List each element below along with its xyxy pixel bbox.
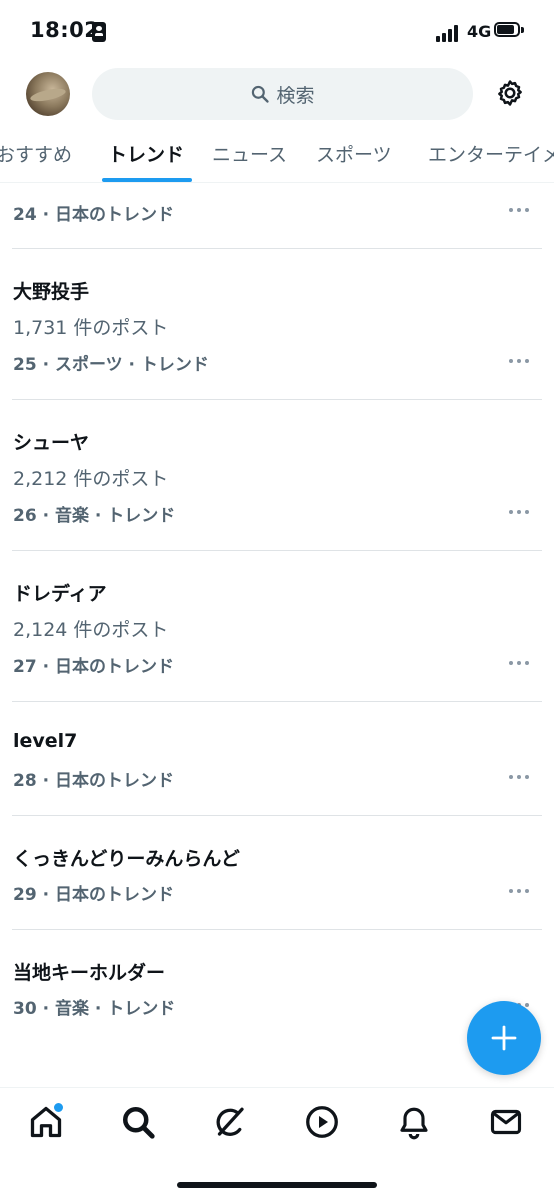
battery-icon (494, 22, 525, 40)
more-icon[interactable] (509, 508, 533, 516)
trend-meta: 29 · 日本のトレンド (13, 885, 174, 905)
bell-icon[interactable] (396, 1104, 432, 1140)
divider (12, 815, 542, 816)
tab-sports[interactable]: スポーツ (316, 140, 392, 167)
trend-meta: 27 · 日本のトレンド (13, 657, 174, 677)
trend-post-count: 2,212 件のポスト (13, 468, 169, 490)
more-icon[interactable] (509, 773, 533, 781)
status-bar: 18:02 4G (0, 0, 554, 62)
trend-post-count: 2,124 件のポスト (13, 619, 169, 641)
more-icon[interactable] (509, 206, 533, 214)
divider (12, 550, 542, 551)
more-icon[interactable] (509, 887, 533, 895)
trend-title: 当地キーホルダー (13, 962, 166, 984)
divider (12, 701, 542, 702)
trend-meta: 30 · 音楽 · トレンド (13, 999, 176, 1019)
signal-icon (436, 24, 462, 42)
trend-title: 大野投手 (13, 281, 90, 303)
bottom-nav (0, 1087, 554, 1200)
divider (12, 929, 542, 930)
search-placeholder: 検索 (276, 84, 315, 107)
more-icon[interactable] (509, 659, 533, 667)
tab-indicator (102, 178, 192, 182)
search-icon (252, 85, 270, 103)
network-label: 4G (467, 22, 492, 41)
tab-trending[interactable]: トレンド (108, 140, 184, 167)
trend-meta: 28 · 日本のトレンド (13, 771, 174, 791)
home-indicator (177, 1182, 377, 1188)
trend-post-count: 1,731 件のポスト (13, 317, 169, 339)
divider (12, 248, 542, 249)
plus-icon (491, 1025, 517, 1051)
search-icon[interactable] (120, 1104, 156, 1140)
divider (12, 399, 542, 400)
focus-person-icon (92, 22, 106, 42)
trend-title: ドレディア (13, 583, 107, 605)
trend-title: level7 (13, 730, 78, 752)
mail-icon[interactable] (488, 1104, 524, 1140)
trend-meta: 26 · 音楽 · トレンド (13, 506, 176, 526)
trend-title: シューヤ (13, 432, 90, 454)
tab-entertainment[interactable]: エンターテイメント (428, 140, 554, 167)
grok-icon[interactable] (212, 1104, 248, 1140)
tab-recommended[interactable]: おすすめ (0, 140, 72, 167)
notification-dot (52, 1101, 65, 1114)
compose-button[interactable] (467, 1001, 541, 1075)
search-input[interactable]: 検索 (92, 68, 473, 120)
gear-icon[interactable] (495, 78, 525, 108)
trend-meta: 24 · 日本のトレンド (13, 205, 174, 225)
trend-meta: 25 · スポーツ · トレンド (13, 355, 209, 375)
avatar[interactable] (26, 72, 70, 116)
more-icon[interactable] (509, 357, 533, 365)
tab-news[interactable]: ニュース (212, 140, 287, 167)
video-icon[interactable] (304, 1104, 340, 1140)
explore-tabs: おすすめ トレンド ニュース スポーツ エンターテイメント (0, 126, 554, 183)
trend-title: くっきんどりーみんらんど (13, 848, 240, 870)
status-time: 18:02 (30, 18, 100, 42)
